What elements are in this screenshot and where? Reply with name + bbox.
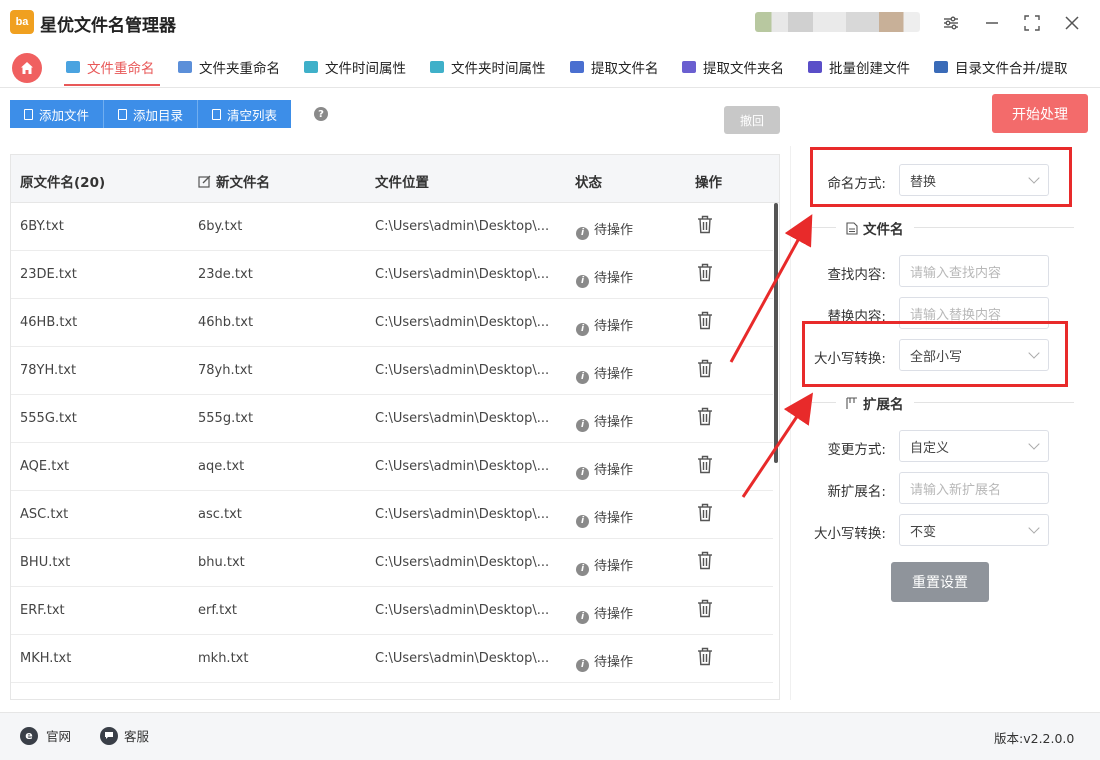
version-label: 版本: <box>994 731 1024 746</box>
website-link[interactable]: e 官网 <box>20 726 71 745</box>
annotation-arrows <box>729 214 814 498</box>
arrow-to-case-convert <box>741 392 814 498</box>
link-label: 官网 <box>46 729 72 744</box>
customer-service-link[interactable]: 客服 <box>100 726 149 745</box>
link-label: 客服 <box>124 729 150 744</box>
version-value: v2.2.0.0 <box>1023 731 1075 746</box>
browser-e-icon: e <box>20 726 38 745</box>
version-info: 版本:v2.2.0.0 <box>994 728 1074 747</box>
arrow-to-naming-method <box>729 214 813 363</box>
chat-bubble-icon <box>100 726 118 745</box>
footer <box>0 712 1100 760</box>
